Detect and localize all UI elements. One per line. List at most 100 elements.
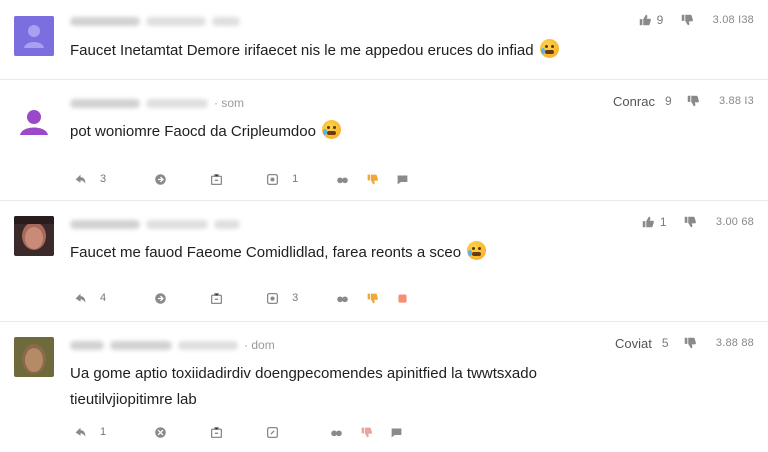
bookmark-box-icon: [208, 424, 224, 440]
dislike-action[interactable]: [364, 171, 380, 187]
share-action[interactable]: [152, 424, 168, 440]
comment-body: Faucet Inetamtat Demore irifaecet nis le…: [70, 38, 559, 64]
comment-age: · dom: [244, 338, 275, 352]
reply-count: 1: [100, 426, 107, 438]
comment-body: pot woniomre Faocd da Cripleumdoo: [70, 119, 341, 145]
comment-author-meta: [70, 14, 240, 28]
avatar[interactable]: [14, 337, 54, 377]
vote-label: Conrac: [613, 93, 655, 109]
like-count: 9: [656, 13, 664, 27]
author-name-blurred[interactable]: [70, 340, 104, 350]
comment-timestamp: 3.88 88: [715, 337, 754, 349]
bookmark-box-icon: [208, 290, 224, 306]
comment-actions: 3 1: [72, 170, 410, 188]
share-action[interactable]: [152, 171, 168, 187]
thumbs-down-icon[interactable]: [685, 93, 701, 109]
reply-icon: [72, 171, 88, 187]
crying-emoji-icon: [467, 241, 487, 260]
share-icon: [152, 171, 168, 187]
comment-text-line-1: Ua gome aptio toxiidadirdiv doengpecomen…: [70, 365, 537, 382]
like-count: 9: [664, 94, 672, 108]
reply-action[interactable]: 4: [72, 290, 106, 306]
react-icon: [328, 424, 344, 440]
comment-timestamp: 3.08 I38: [712, 14, 754, 26]
comment-body: Ua gome aptio toxiidadirdiv doengpecomen…: [70, 361, 537, 413]
reply-action[interactable]: 1: [72, 424, 106, 440]
author-handle-blurred: [178, 340, 238, 350]
share-icon: [152, 424, 168, 440]
dislike-icon: [358, 424, 374, 440]
thumbs-down-icon[interactable]: [679, 12, 695, 28]
save-action[interactable]: [208, 424, 224, 440]
comment-text-line-2: tieutilvjiopitimre lab: [70, 391, 197, 408]
author-handle-blurred: [146, 16, 206, 26]
reply-count: 3: [100, 173, 107, 185]
comment-author-meta: · som: [70, 96, 244, 110]
comment-author-meta: · dom: [70, 338, 275, 352]
thumbs-up-icon[interactable]: [640, 214, 656, 230]
flag-icon: [394, 290, 410, 306]
dislike-action[interactable]: [364, 290, 380, 306]
emoji-react-action[interactable]: [334, 290, 350, 306]
comment-timestamp: 3.88 I3: [718, 95, 754, 107]
quote-count: 1: [292, 173, 299, 185]
comment-1: Faucet Inetamtat Demore irifaecet nis le…: [0, 0, 768, 80]
quote-icon: [264, 171, 280, 187]
comment-vote-bar: 9 3.08 I38: [637, 10, 754, 30]
author-name-blurred-2: [110, 340, 172, 350]
emoji-react-action[interactable]: [334, 171, 350, 187]
comment-author-meta: [70, 217, 240, 231]
flag-icon: [388, 424, 404, 440]
reply-icon: [72, 424, 88, 440]
flag-action[interactable]: [388, 424, 404, 440]
edit-icon: [264, 424, 280, 440]
save-action[interactable]: [208, 171, 224, 187]
reply-icon: [72, 290, 88, 306]
thumbs-down-icon[interactable]: [682, 214, 698, 230]
author-name-blurred[interactable]: [70, 98, 140, 108]
reply-count: 4: [100, 292, 107, 304]
comment-text: pot woniomre Faocd da Cripleumdoo: [70, 123, 316, 140]
author-name-blurred[interactable]: [70, 16, 140, 26]
comment-vote-bar: Conrac 9 3.88 I3: [613, 91, 754, 111]
like-count: 1: [659, 215, 667, 229]
comment-text: Faucet Inetamtat Demore irifaecet nis le…: [70, 42, 534, 59]
reply-action[interactable]: 3: [72, 171, 106, 187]
flag-action[interactable]: [394, 171, 410, 187]
author-name-blurred[interactable]: [70, 219, 140, 229]
react-icon: [334, 290, 350, 306]
user-silhouette-icon: [14, 16, 54, 56]
comment-timestamp: 3.00 68: [715, 216, 754, 228]
thumbs-down-icon[interactable]: [682, 335, 698, 351]
dislike-action[interactable]: [358, 424, 374, 440]
comment-3: Faucet me fauod Faeome Comidlidlad, fare…: [0, 202, 768, 322]
author-handle-blurred: [146, 219, 208, 229]
share-action[interactable]: [152, 290, 168, 306]
crying-emoji-icon: [539, 39, 559, 58]
quote-action[interactable]: 3: [264, 290, 298, 306]
vote-label: Coviat: [615, 335, 652, 351]
avatar[interactable]: [14, 103, 54, 143]
bookmark-box-icon: [208, 171, 224, 187]
avatar[interactable]: [14, 216, 54, 256]
comment-text: Faucet me fauod Faeome Comidlidlad, fare…: [70, 244, 462, 261]
quote-action[interactable]: [264, 424, 280, 440]
quote-icon: [264, 290, 280, 306]
quote-count: 3: [292, 292, 299, 304]
flag-action[interactable]: [394, 290, 410, 306]
dislike-icon: [364, 290, 380, 306]
comment-2: · som pot woniomre Faocd da Cripleumdoo …: [0, 81, 768, 201]
timestamp-blurred: [214, 219, 240, 229]
quote-action[interactable]: 1: [264, 171, 298, 187]
avatar[interactable]: [14, 16, 54, 56]
comment-actions: 4 3: [72, 289, 410, 307]
react-icon: [334, 171, 350, 187]
dislike-icon: [364, 171, 380, 187]
user-silhouette-icon: [20, 110, 48, 135]
save-action[interactable]: [208, 290, 224, 306]
emoji-react-action[interactable]: [328, 424, 344, 440]
comment-4: · dom Ua gome aptio toxiidadirdiv doengp…: [0, 323, 768, 452]
like-count: 5: [661, 336, 669, 350]
comment-age: · som: [214, 96, 245, 110]
thumbs-up-icon[interactable]: [637, 12, 653, 28]
